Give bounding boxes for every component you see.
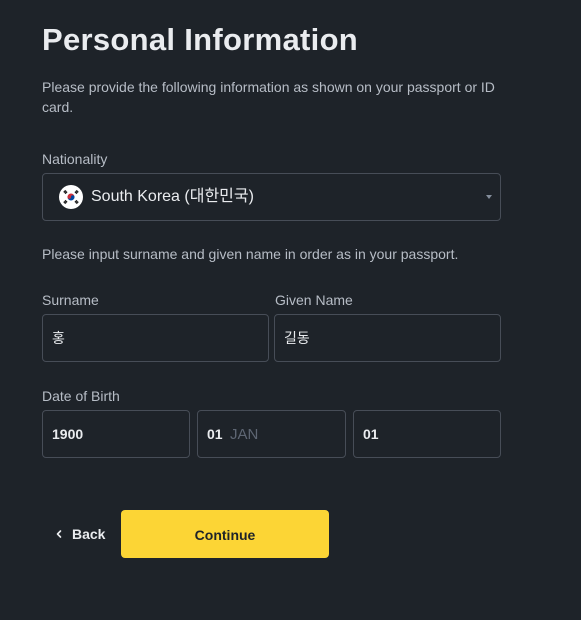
given-name-value: 길동: [284, 330, 310, 346]
caret-down-icon: [486, 195, 492, 199]
birth-day-value: 01: [363, 426, 379, 442]
surname-value: 홍: [52, 330, 65, 346]
continue-button[interactable]: Continue: [121, 510, 329, 558]
birth-day-input[interactable]: 01: [353, 410, 501, 458]
chevron-left-icon: [56, 530, 62, 538]
page-title: Personal Information: [42, 22, 359, 57]
date-of-birth-label: Date of Birth: [42, 388, 120, 404]
back-button-label: Back: [72, 526, 106, 542]
birth-month-value: 01: [207, 426, 223, 442]
birth-month-placeholder: JAN: [230, 426, 259, 443]
birth-year-value: 1900: [52, 426, 84, 442]
given-name-label: Given Name: [275, 292, 353, 308]
name-instruction: Please input surname and given name in o…: [42, 246, 459, 262]
birth-month-input[interactable]: 01 JAN: [197, 410, 346, 458]
nationality-value: South Korea (대한민국): [91, 188, 254, 205]
nationality-select[interactable]: South Korea (대한민국): [42, 173, 501, 221]
surname-input[interactable]: 홍: [42, 314, 269, 362]
given-name-input[interactable]: 길동: [274, 314, 501, 362]
back-button[interactable]: Back: [54, 510, 105, 558]
nationality-label: Nationality: [42, 151, 108, 167]
south-korea-flag-icon: [59, 185, 83, 209]
surname-label: Surname: [42, 292, 99, 308]
page-subtitle: Please provide the following information…: [42, 79, 495, 115]
birth-year-input[interactable]: 1900: [42, 410, 190, 458]
